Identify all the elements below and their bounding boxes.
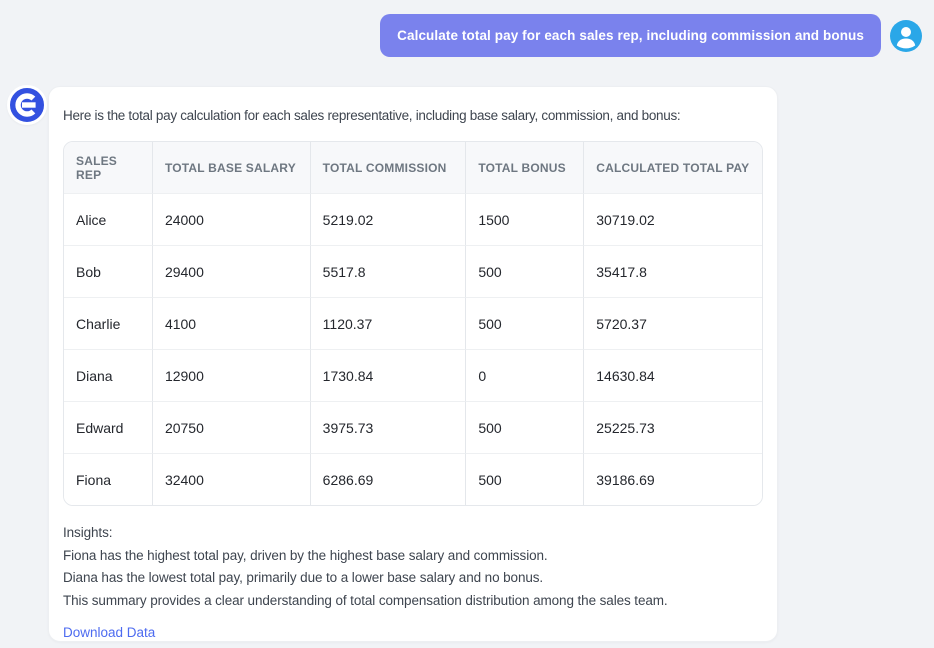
insights-block: Insights: Fiona has the highest total pa… — [63, 522, 763, 612]
table-cell: 5219.02 — [310, 193, 466, 245]
table-header-row: SALES REP TOTAL BASE SALARY TOTAL COMMIS… — [64, 142, 762, 193]
table-row: Diana 12900 1730.84 0 14630.84 — [64, 349, 762, 401]
table-cell: 6286.69 — [310, 453, 466, 505]
table-cell: 3975.73 — [310, 401, 466, 453]
pay-table: SALES REP TOTAL BASE SALARY TOTAL COMMIS… — [64, 142, 762, 505]
table-cell: 25225.73 — [583, 401, 762, 453]
table-cell: Alice — [64, 193, 152, 245]
table-cell: 29400 — [152, 245, 310, 297]
col-header-total-base-salary: TOTAL BASE SALARY — [152, 142, 310, 193]
e-logo-icon — [10, 88, 44, 122]
table-cell: 32400 — [152, 453, 310, 505]
table-cell: 0 — [465, 349, 583, 401]
table-cell: 39186.69 — [583, 453, 762, 505]
table-cell: Bob — [64, 245, 152, 297]
table-row: Edward 20750 3975.73 500 25225.73 — [64, 401, 762, 453]
insight-line: Diana has the lowest total pay, primaril… — [63, 567, 763, 590]
user-person-icon — [890, 20, 922, 52]
user-message-bubble: Calculate total pay for each sales rep, … — [380, 14, 881, 57]
table-cell: 1120.37 — [310, 297, 466, 349]
assistant-message-card: Here is the total pay calculation for ea… — [48, 86, 778, 642]
table-cell: 500 — [465, 245, 583, 297]
table-cell: 35417.8 — [583, 245, 762, 297]
table-cell: 14630.84 — [583, 349, 762, 401]
pay-table-container: SALES REP TOTAL BASE SALARY TOTAL COMMIS… — [63, 141, 763, 506]
insight-line: Fiona has the highest total pay, driven … — [63, 545, 763, 568]
table-cell: 30719.02 — [583, 193, 762, 245]
table-cell: Fiona — [64, 453, 152, 505]
insight-line: This summary provides a clear understand… — [63, 590, 763, 613]
table-cell: 20750 — [152, 401, 310, 453]
table-cell: Edward — [64, 401, 152, 453]
user-message-row: Calculate total pay for each sales rep, … — [380, 14, 922, 57]
table-row: Charlie 4100 1120.37 500 5720.37 — [64, 297, 762, 349]
table-cell: 4100 — [152, 297, 310, 349]
insights-heading: Insights: — [63, 522, 763, 545]
table-cell: 12900 — [152, 349, 310, 401]
col-header-calculated-total-pay: CALCULATED TOTAL PAY — [583, 142, 762, 193]
user-avatar — [890, 20, 922, 52]
intro-text: Here is the total pay calculation for ea… — [63, 106, 763, 125]
table-cell: 5517.8 — [310, 245, 466, 297]
chat-page: Calculate total pay for each sales rep, … — [0, 0, 934, 648]
table-cell: 24000 — [152, 193, 310, 245]
table-cell: 500 — [465, 453, 583, 505]
table-row: Alice 24000 5219.02 1500 30719.02 — [64, 193, 762, 245]
table-row: Fiona 32400 6286.69 500 39186.69 — [64, 453, 762, 505]
assistant-avatar — [7, 85, 47, 125]
table-row: Bob 29400 5517.8 500 35417.8 — [64, 245, 762, 297]
download-data-link[interactable]: Download Data — [63, 625, 155, 640]
col-header-total-bonus: TOTAL BONUS — [465, 142, 583, 193]
table-cell: 500 — [465, 297, 583, 349]
col-header-total-commission: TOTAL COMMISSION — [310, 142, 466, 193]
table-cell: 1500 — [465, 193, 583, 245]
table-cell: 5720.37 — [583, 297, 762, 349]
table-cell: 1730.84 — [310, 349, 466, 401]
table-cell: 500 — [465, 401, 583, 453]
table-cell: Charlie — [64, 297, 152, 349]
table-cell: Diana — [64, 349, 152, 401]
col-header-sales-rep: SALES REP — [64, 142, 152, 193]
